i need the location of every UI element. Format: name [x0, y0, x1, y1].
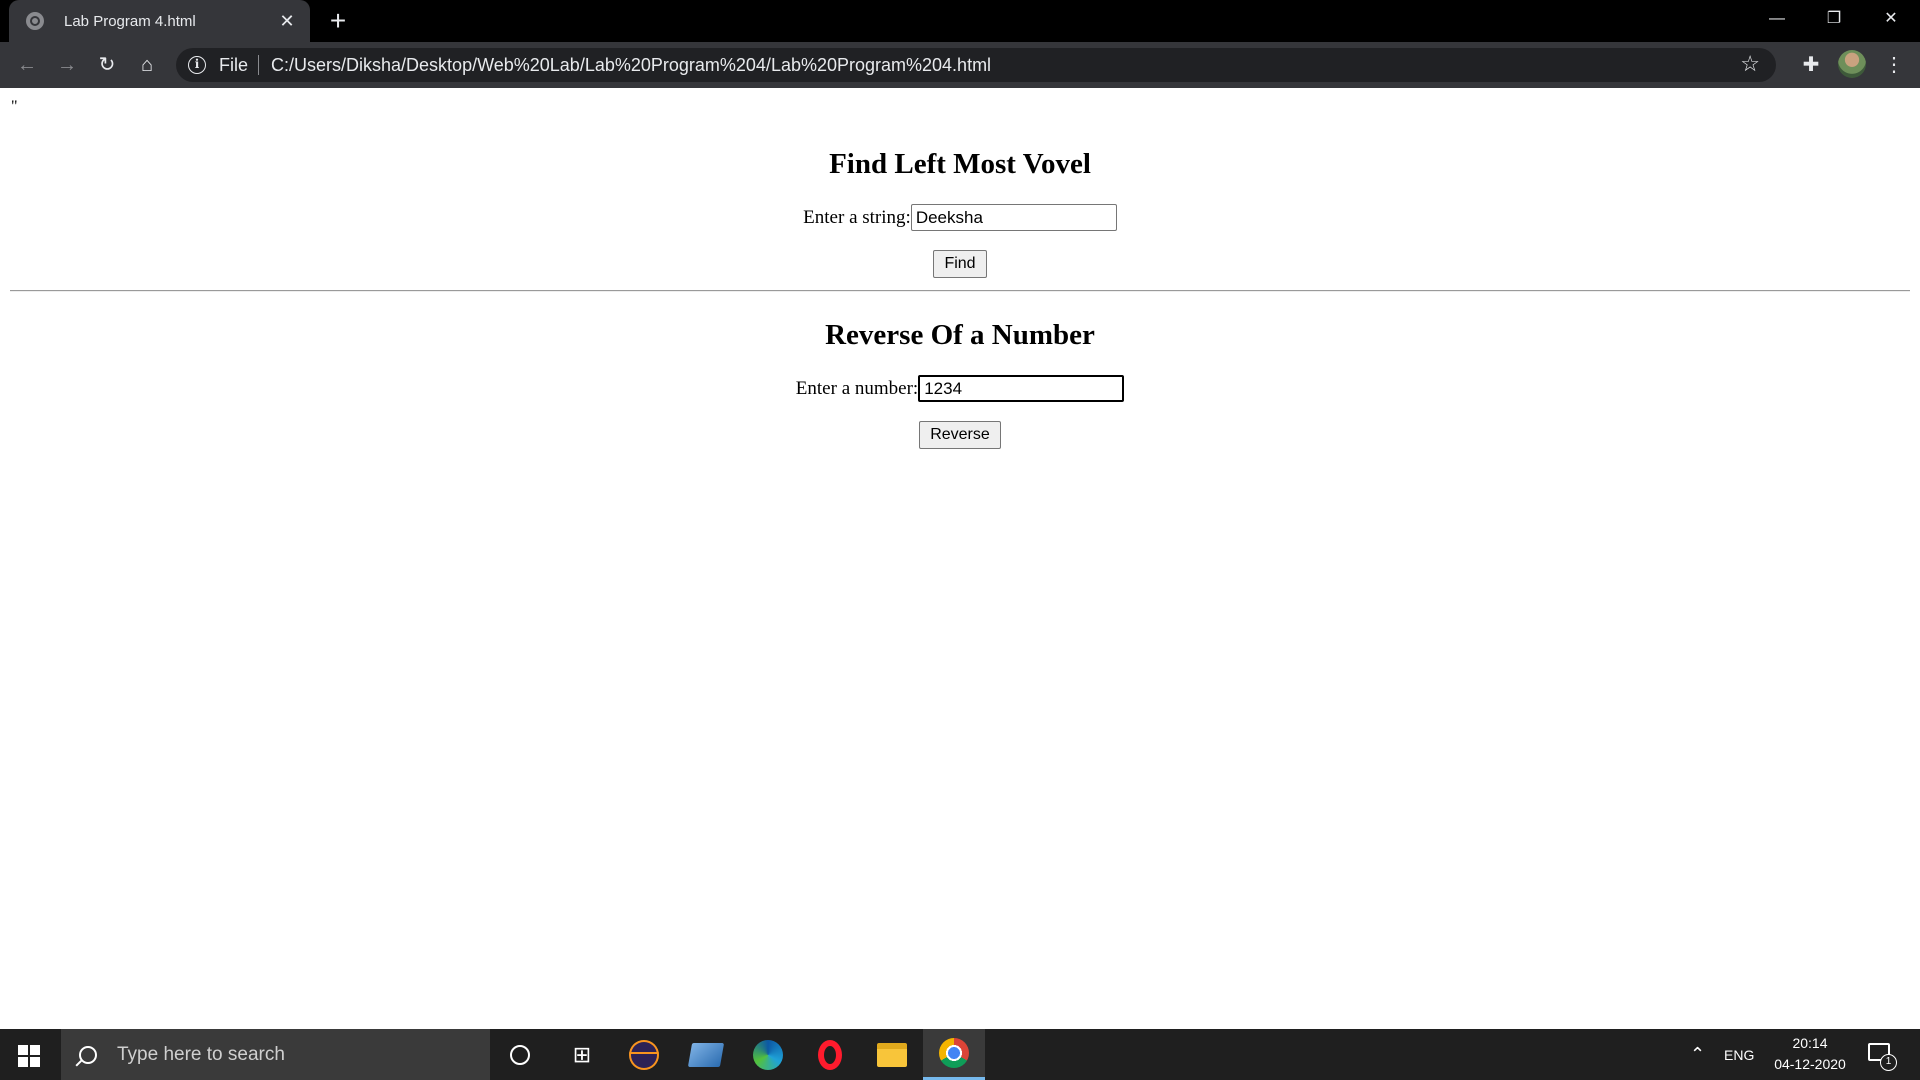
reverse-heading: Reverse Of a Number [825, 319, 1095, 351]
browser-tab[interactable]: Lab Program 4.html ✕ [9, 0, 310, 42]
menu-icon[interactable]: ⋮ [1880, 51, 1908, 79]
restore-button[interactable]: ❐ [1805, 0, 1863, 38]
reverse-button[interactable]: Reverse [919, 421, 1001, 449]
site-info-icon[interactable]: i [188, 56, 206, 74]
language-indicator[interactable]: ENG [1724, 1029, 1754, 1080]
home-icon[interactable]: ⌂ [133, 51, 161, 79]
clock-date: 04-12-2020 [1774, 1056, 1846, 1072]
chrome-icon[interactable] [923, 1029, 985, 1080]
forward-icon[interactable]: → [53, 51, 81, 79]
address-bar[interactable]: i File C:/Users/Diksha/Desktop/Web%20Lab… [176, 48, 1776, 82]
clock-time: 20:14 [1792, 1035, 1828, 1051]
extensions-icon[interactable]: ✚ [1797, 51, 1825, 79]
close-window-button[interactable]: ✕ [1862, 0, 1920, 38]
globe-icon [26, 12, 44, 30]
clock[interactable]: 20:14 04-12-2020 [1760, 1033, 1860, 1075]
bookmark-star-icon[interactable]: ☆ [1740, 51, 1760, 77]
taskbar: Type here to search ⊞ ⌃ ENG 20:14 04-12-… [0, 1029, 1920, 1080]
stray-quote-text: " [11, 98, 18, 115]
taskbar-search[interactable]: Type here to search [61, 1029, 490, 1080]
notification-badge: 1 [1880, 1054, 1897, 1071]
reverse-section: Reverse Of a Number Enter a number: Reve… [0, 319, 1920, 449]
back-icon[interactable]: ← [13, 51, 41, 79]
browser-toolbar: ← → ↻ ⌂ i File C:/Users/Diksha/Desktop/W… [0, 42, 1920, 88]
string-label: Enter a string: [803, 206, 911, 228]
profile-avatar[interactable] [1838, 50, 1866, 78]
url-scheme: File [219, 54, 249, 75]
search-placeholder: Type here to search [117, 1043, 285, 1065]
tab-title: Lab Program 4.html [64, 12, 196, 30]
eclipse-icon[interactable] [613, 1029, 675, 1080]
string-row: Enter a string: [0, 204, 1920, 231]
new-tab-button[interactable]: + [323, 6, 353, 36]
vowel-heading: Find Left Most Vovel [829, 148, 1091, 180]
opera-icon[interactable] [799, 1029, 861, 1080]
number-input[interactable] [918, 375, 1125, 402]
find-button[interactable]: Find [933, 250, 987, 278]
string-input[interactable] [910, 204, 1117, 231]
file-explorer-icon[interactable] [861, 1029, 923, 1080]
tab-strip: Lab Program 4.html ✕ + — ❐ ✕ [0, 0, 1920, 42]
laptop-app-icon[interactable] [675, 1029, 737, 1080]
url-text[interactable]: C:/Users/Diksha/Desktop/Web%20Lab/Lab%20… [271, 55, 991, 76]
cortana-icon[interactable] [489, 1029, 551, 1080]
tray-chevron-icon[interactable]: ⌃ [1690, 1029, 1705, 1080]
minimize-button[interactable]: — [1748, 0, 1806, 38]
search-icon [79, 1045, 97, 1064]
vowel-section: Find Left Most Vovel Enter a string: Fin… [0, 148, 1920, 278]
close-tab-icon[interactable]: ✕ [276, 11, 298, 32]
page-content: " Find Left Most Vovel Enter a string: F… [0, 88, 1920, 1029]
horizontal-rule [10, 290, 1910, 292]
reload-icon[interactable]: ↻ [93, 51, 121, 79]
number-row: Enter a number: [0, 375, 1920, 402]
number-label: Enter a number: [795, 377, 919, 399]
task-view-icon[interactable]: ⊞ [551, 1029, 613, 1080]
url-separator [258, 55, 260, 75]
edge-icon[interactable] [737, 1029, 799, 1080]
windows-start-icon[interactable] [18, 1045, 40, 1067]
